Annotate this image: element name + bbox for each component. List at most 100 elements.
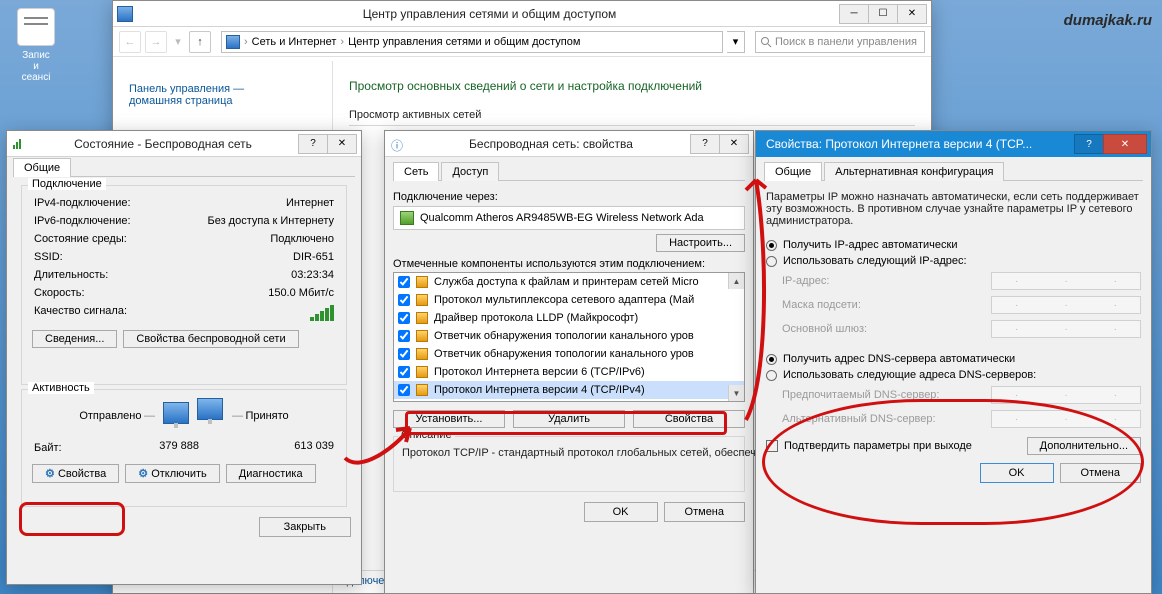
disable-button[interactable]: ⚙ Отключить — [125, 464, 220, 483]
cp-title: Центр управления сетями и общим доступом — [139, 7, 840, 21]
signal-icon — [13, 139, 21, 149]
adapter-title: Беспроводная сеть: свойства — [411, 137, 691, 151]
gateway-field: Основной шлюз:··· — [766, 317, 1141, 341]
component-item[interactable]: Протокол Интернета версии 4 (TCP/IPv4) — [394, 381, 744, 399]
component-props-button[interactable]: Свойства — [633, 410, 745, 428]
component-checkbox[interactable] — [398, 276, 410, 288]
bc-item[interactable]: Сеть и Интернет — [252, 36, 337, 48]
radio-manual-ip[interactable]: Использовать следующий IP-адрес: — [766, 253, 1141, 269]
close-button[interactable]: ✕ — [719, 134, 749, 154]
tab-general[interactable]: Общие — [764, 162, 822, 181]
component-icon — [416, 384, 428, 396]
file-icon — [17, 8, 55, 46]
signal-label: Качество сигнала: — [34, 305, 127, 321]
speed-value: 150.0 Мбит/с — [268, 287, 334, 299]
media-value: Подключено — [270, 233, 334, 245]
component-checkbox[interactable] — [398, 384, 410, 396]
component-item[interactable]: Протокол Интернета версии 6 (TCP/IPv6) — [394, 363, 744, 381]
component-checkbox[interactable] — [398, 312, 410, 324]
nav-up[interactable]: ↑ — [189, 31, 211, 53]
components-label: Отмеченные компоненты используются этим … — [393, 258, 745, 270]
radio-manual-dns[interactable]: Использовать следующие адреса DNS-сервер… — [766, 367, 1141, 383]
conn-label: Подключение через: — [393, 191, 745, 203]
description-box: Описание Протокол TCP/IP - стандартный п… — [393, 436, 745, 492]
subnet-field: Маска подсети:··· — [766, 293, 1141, 317]
configure-button[interactable]: Настроить... — [656, 234, 745, 252]
component-checkbox[interactable] — [398, 330, 410, 342]
component-item[interactable]: Ответчик обнаружения топологии канальног… — [394, 345, 744, 363]
desktop-file-icon[interactable]: Запис и сеансі — [6, 8, 66, 83]
component-checkbox[interactable] — [398, 366, 410, 378]
signal-bars — [310, 305, 334, 321]
ssid-label: SSID: — [34, 251, 63, 263]
radio-auto-dns[interactable]: Получить адрес DNS-сервера автоматически — [766, 351, 1141, 367]
component-label: Служба доступа к файлам и принтерам сете… — [434, 276, 699, 288]
bc-item[interactable]: Центр управления сетями и общим доступом — [348, 36, 580, 48]
cp-side-link[interactable]: Панель управления —домашняя страница — [129, 83, 316, 107]
search-input[interactable]: Поиск в панели управления — [755, 31, 925, 53]
component-item[interactable]: Служба доступа к файлам и принтерам сете… — [394, 273, 744, 291]
maximize-button[interactable]: ☐ — [868, 4, 898, 24]
ipv6-value: Без доступа к Интернету — [207, 215, 334, 227]
ok-button[interactable]: OK — [584, 502, 658, 522]
adapter-name: Qualcomm Atheros AR9485WB-EG Wireless Ne… — [393, 206, 745, 230]
help-button[interactable]: ? — [690, 134, 720, 154]
component-item[interactable]: Протокол мультиплексора сетевого адаптер… — [394, 291, 744, 309]
duration-value: 03:23:34 — [291, 269, 334, 281]
status-title: Состояние - Беспроводная сеть — [27, 137, 299, 151]
tab-alt[interactable]: Альтернативная конфигурация — [824, 162, 1004, 181]
close-status-button[interactable]: Закрыть — [259, 517, 351, 537]
watermark: dumajkak.ru — [1064, 12, 1152, 29]
tab-sharing[interactable]: Доступ — [441, 162, 499, 181]
radio-auto-ip[interactable]: Получить IP-адрес автоматически — [766, 237, 1141, 253]
minimize-button[interactable]: ─ — [839, 4, 869, 24]
ipv4-title: Свойства: Протокол Интернета версии 4 (T… — [760, 137, 1075, 151]
help-button[interactable]: ? — [298, 134, 328, 154]
activity-group: Активность Отправлено — — Принято Байт: … — [21, 389, 347, 507]
wireless-props-button[interactable]: Свойства беспроводной сети — [123, 330, 298, 348]
cp-titlebar: Центр управления сетями и общим доступом… — [113, 1, 931, 27]
component-label: Ответчик обнаружения топологии канальног… — [434, 330, 694, 342]
close-button[interactable]: ✕ — [897, 4, 927, 24]
component-checkbox[interactable] — [398, 294, 410, 306]
properties-button[interactable]: ⚙ Свойства — [32, 464, 119, 483]
nav-back[interactable]: ← — [119, 31, 141, 53]
component-label: Драйвер протокола LLDP (Майкрософт) — [434, 312, 638, 324]
monitors-icon — [163, 398, 223, 434]
uninstall-button[interactable]: Удалить — [513, 410, 625, 428]
nav-recent[interactable]: ▾ — [171, 31, 185, 53]
component-icon — [416, 348, 428, 360]
cancel-button[interactable]: Отмена — [664, 502, 745, 522]
component-icon — [416, 330, 428, 342]
cancel-button[interactable]: Отмена — [1060, 463, 1141, 483]
cp-navbar: ← → ▾ ↑ › Сеть и Интернет › Центр управл… — [113, 27, 931, 57]
adapter-properties-window: ⓘ Беспроводная сеть: свойства ? ✕ Сеть Д… — [384, 130, 754, 594]
validate-checkbox[interactable]: Подтвердить параметры при выходе Дополни… — [766, 437, 1141, 455]
install-button[interactable]: Установить... — [393, 410, 505, 428]
diagnostics-button[interactable]: Диагностика — [226, 464, 316, 483]
details-button[interactable]: Сведения... — [32, 330, 117, 348]
components-list[interactable]: ▲ ▼ Служба доступа к файлам и принтерам … — [393, 272, 745, 402]
scroll-up[interactable]: ▲ — [728, 273, 744, 289]
component-item[interactable]: Ответчик обнаружения топологии канальног… — [394, 327, 744, 345]
nic-icon — [400, 211, 414, 225]
tab-network[interactable]: Сеть — [393, 162, 439, 181]
close-button[interactable]: ✕ — [1103, 134, 1147, 154]
ok-button[interactable]: OK — [980, 463, 1054, 483]
component-icon — [416, 276, 428, 288]
tab-general[interactable]: Общие — [13, 158, 71, 177]
recv-label: Принято — [245, 410, 288, 422]
sent-label: Отправлено — [79, 410, 141, 422]
scroll-down[interactable]: ▼ — [728, 385, 744, 401]
nav-forward[interactable]: → — [145, 31, 167, 53]
component-label: Протокол Интернета версии 6 (TCP/IPv6) — [434, 366, 645, 378]
close-button[interactable]: ✕ — [327, 134, 357, 154]
ip-address-field: IP-адрес:··· — [766, 269, 1141, 293]
breadcrumbs[interactable]: › Сеть и Интернет › Центр управления сет… — [221, 31, 723, 53]
help-button[interactable]: ? — [1074, 134, 1104, 154]
component-checkbox[interactable] — [398, 348, 410, 360]
activity-legend: Активность — [28, 382, 94, 394]
nav-dropdown[interactable]: ▾ — [727, 31, 745, 53]
component-item[interactable]: Драйвер протокола LLDP (Майкрософт) — [394, 309, 744, 327]
advanced-button[interactable]: Дополнительно... — [1027, 437, 1141, 455]
